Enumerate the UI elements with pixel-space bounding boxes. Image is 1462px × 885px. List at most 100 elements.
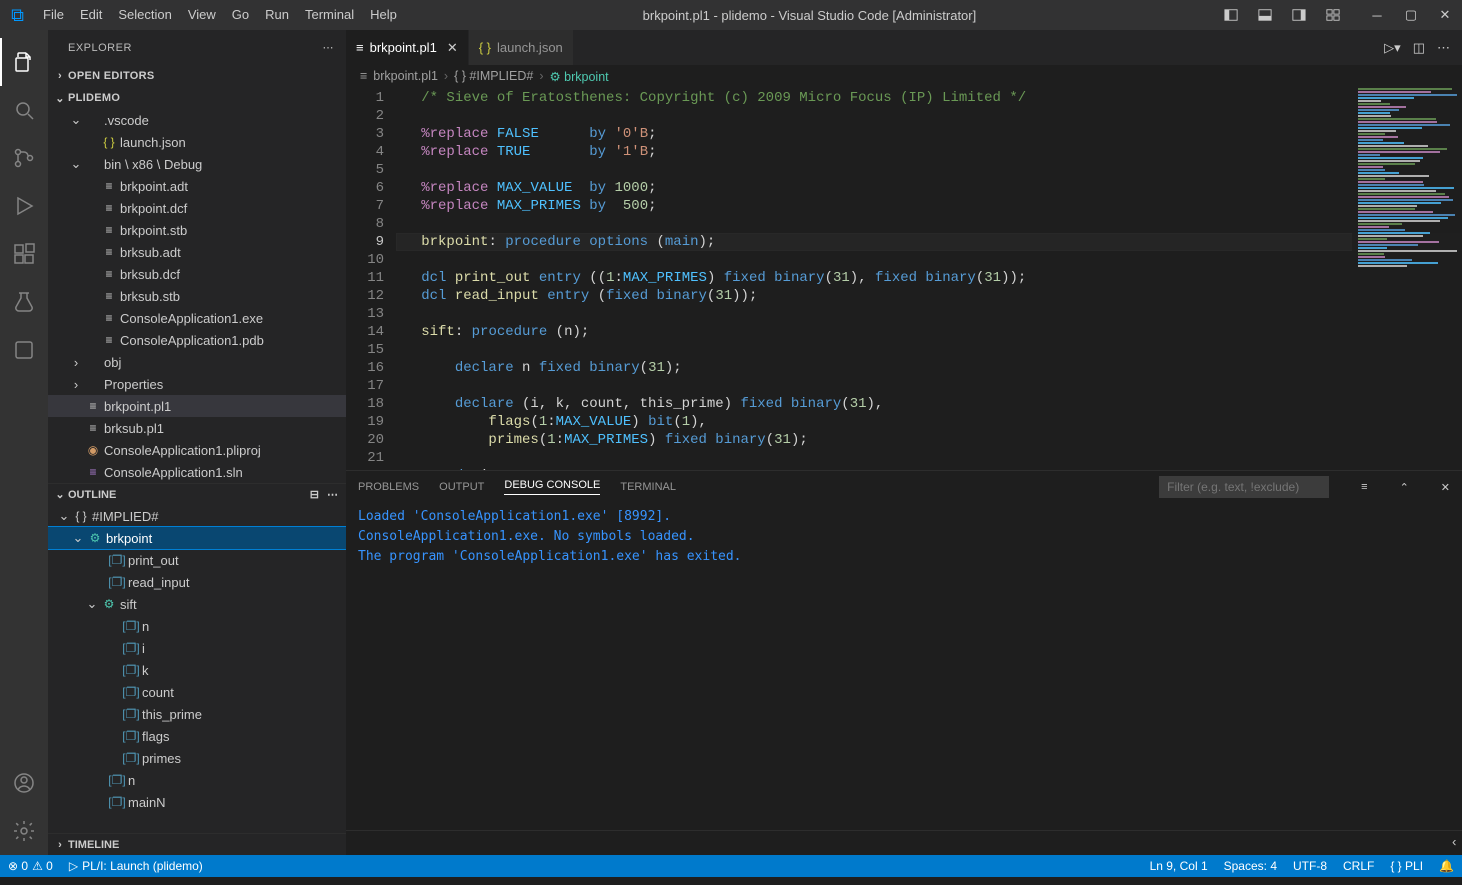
menu-run[interactable]: Run (257, 0, 297, 30)
outline-item[interactable]: [❐]primes (48, 747, 346, 769)
status-bar: ⊗ 0⚠ 0 ▷ PL/I: Launch (plidemo) Ln 9, Co… (0, 855, 1462, 877)
file-tree-item[interactable]: ≡brkpoint.stb (48, 219, 346, 241)
outline-item[interactable]: [❐]mainN (48, 791, 346, 813)
layout-primary-icon[interactable] (1214, 0, 1248, 30)
minimize-button[interactable]: ─ (1360, 0, 1394, 30)
menu-selection[interactable]: Selection (110, 0, 179, 30)
breadcrumb[interactable]: ≡ brkpoint.pl1 › { } #IMPLIED# › ⚙ brkpo… (346, 65, 1462, 87)
file-tree-item[interactable]: ≡brkpoint.pl1 (48, 395, 346, 417)
status-notifications-icon[interactable]: 🔔 (1431, 859, 1462, 873)
editor-tab[interactable]: { }launch.json (469, 30, 574, 65)
breadcrumb-file-icon: ≡ (360, 69, 367, 83)
outline-item[interactable]: [❐]i (48, 637, 346, 659)
file-icon: ≡ (356, 40, 364, 55)
outline-item[interactable]: [❐]k (48, 659, 346, 681)
menu-go[interactable]: Go (224, 0, 257, 30)
menu-terminal[interactable]: Terminal (297, 0, 362, 30)
close-tab-icon[interactable]: ✕ (447, 40, 458, 56)
status-launch-config[interactable]: ▷ PL/I: Launch (plidemo) (61, 859, 211, 873)
extensions-icon[interactable] (0, 230, 48, 278)
outline-item[interactable]: [❐]flags (48, 725, 346, 747)
minimap[interactable] (1352, 87, 1462, 470)
outline-item[interactable]: [❐]count (48, 681, 346, 703)
file-tree-item[interactable]: ≡ConsoleApplication1.exe (48, 307, 346, 329)
status-errors[interactable]: ⊗ 0⚠ 0 (0, 859, 61, 873)
run-dropdown-icon[interactable]: ▷▾ (1384, 40, 1401, 56)
code-editor[interactable]: 1234567891011121314151617181920212223 /*… (346, 87, 1462, 470)
tab-bar: ≡brkpoint.pl1✕{ }launch.json ▷▾ ◫ ⋯ (346, 30, 1462, 65)
explorer-title: EXPLORER (68, 42, 132, 54)
explorer-more-icon[interactable]: ⋯ (323, 41, 335, 54)
file-tree-item[interactable]: { }launch.json (48, 131, 346, 153)
open-editors-section[interactable]: ›OPEN EDITORS (48, 65, 346, 87)
settings-gear-icon[interactable] (0, 807, 48, 855)
outline-item[interactable]: ⌄⚙brkpoint (48, 527, 346, 549)
file-tree-item[interactable]: ≡brksub.pl1 (48, 417, 346, 439)
maximize-button[interactable]: ▢ (1394, 0, 1428, 30)
file-tree-item[interactable]: ◉ConsoleApplication1.pliproj (48, 439, 346, 461)
layout-panel-icon[interactable] (1248, 0, 1282, 30)
layout-secondary-icon[interactable] (1282, 0, 1316, 30)
outline-item[interactable]: [❐]n (48, 615, 346, 637)
panel-close-icon[interactable]: ✕ (1441, 481, 1450, 494)
panel-bottom-strip: › (346, 830, 1462, 855)
file-tree-item[interactable]: ≡brksub.dcf (48, 263, 346, 285)
file-tree-item[interactable]: ≡brksub.adt (48, 241, 346, 263)
outline-item[interactable]: [❐]this_prime (48, 703, 346, 725)
menu-view[interactable]: View (180, 0, 224, 30)
accounts-icon[interactable] (0, 759, 48, 807)
file-tree-item[interactable]: ≡brkpoint.dcf (48, 197, 346, 219)
file-tree-item[interactable]: ≡brkpoint.adt (48, 175, 346, 197)
split-editor-icon[interactable]: ◫ (1413, 40, 1425, 56)
outline-item[interactable]: [❐]read_input (48, 571, 346, 593)
window-title: brkpoint.pl1 - plidemo - Visual Studio C… (405, 8, 1214, 23)
outline-section[interactable]: ⌄OUTLINE ⊟⋯ (48, 483, 346, 505)
status-ln-col[interactable]: Ln 9, Col 1 (1142, 859, 1216, 873)
file-tree-item[interactable]: ›obj (48, 351, 346, 373)
panel-settings-icon[interactable]: ≡ (1361, 481, 1367, 493)
run-debug-icon[interactable] (0, 182, 48, 230)
editor-group: ≡brkpoint.pl1✕{ }launch.json ▷▾ ◫ ⋯ ≡ brkpo… (346, 30, 1462, 855)
file-tree-item[interactable]: ⌄bin \ x86 \ Debug (48, 153, 346, 175)
mf-icon[interactable] (0, 326, 48, 374)
menu-help[interactable]: Help (362, 0, 405, 30)
panel-tab-problems[interactable]: PROBLEMS (358, 481, 419, 493)
file-tree-item[interactable]: ›Properties (48, 373, 346, 395)
search-icon[interactable] (0, 86, 48, 134)
project-section[interactable]: ⌄PLIDEMO (48, 87, 346, 109)
breadcrumb-toggle-icon[interactable]: › (1452, 836, 1456, 851)
panel-filter-input[interactable] (1159, 476, 1329, 498)
panel-tab-terminal[interactable]: TERMINAL (620, 481, 676, 493)
close-button[interactable]: ✕ (1428, 0, 1462, 30)
outline-item[interactable]: ⌄{ }#IMPLIED# (48, 505, 346, 527)
outline-item[interactable]: [❐]n (48, 769, 346, 791)
panel-tab-output[interactable]: OUTPUT (439, 481, 484, 493)
status-spaces[interactable]: Spaces: 4 (1216, 859, 1285, 873)
sidebar: EXPLORER ⋯ ›OPEN EDITORS ⌄PLIDEMO ⌄.vsco… (48, 30, 346, 855)
menu-file[interactable]: File (35, 0, 72, 30)
status-eol[interactable]: CRLF (1335, 859, 1382, 873)
file-tree-item[interactable]: ≡ConsoleApplication1.sln (48, 461, 346, 483)
panel-maximize-icon[interactable]: ⌃ (1400, 481, 1409, 494)
timeline-section[interactable]: ›TIMELINE (48, 833, 346, 855)
status-encoding[interactable]: UTF-8 (1285, 859, 1335, 873)
status-language[interactable]: { } PLI (1382, 859, 1431, 873)
testing-icon[interactable] (0, 278, 48, 326)
outline-collapse-icon[interactable]: ⊟ (310, 488, 319, 501)
tab-more-icon[interactable]: ⋯ (1437, 40, 1450, 56)
outline-item[interactable]: ⌄⚙sift (48, 593, 346, 615)
debug-console-output[interactable]: Loaded 'ConsoleApplication1.exe' [8992].… (346, 503, 1462, 830)
outline-item[interactable]: [❐]print_out (48, 549, 346, 571)
layout-customize-icon[interactable] (1316, 0, 1350, 30)
source-control-icon[interactable] (0, 134, 48, 182)
outline-more-icon[interactable]: ⋯ (327, 488, 338, 501)
file-tree-item[interactable]: ≡ConsoleApplication1.pdb (48, 329, 346, 351)
panel-tab-debug-console[interactable]: DEBUG CONSOLE (504, 479, 600, 495)
menu-edit[interactable]: Edit (72, 0, 110, 30)
file-icon: { } (479, 40, 491, 55)
file-tree-item[interactable]: ≡brksub.stb (48, 285, 346, 307)
explorer-icon[interactable] (0, 38, 48, 86)
activity-bar (0, 30, 48, 855)
editor-tab[interactable]: ≡brkpoint.pl1✕ (346, 30, 469, 65)
file-tree-item[interactable]: ⌄.vscode (48, 109, 346, 131)
